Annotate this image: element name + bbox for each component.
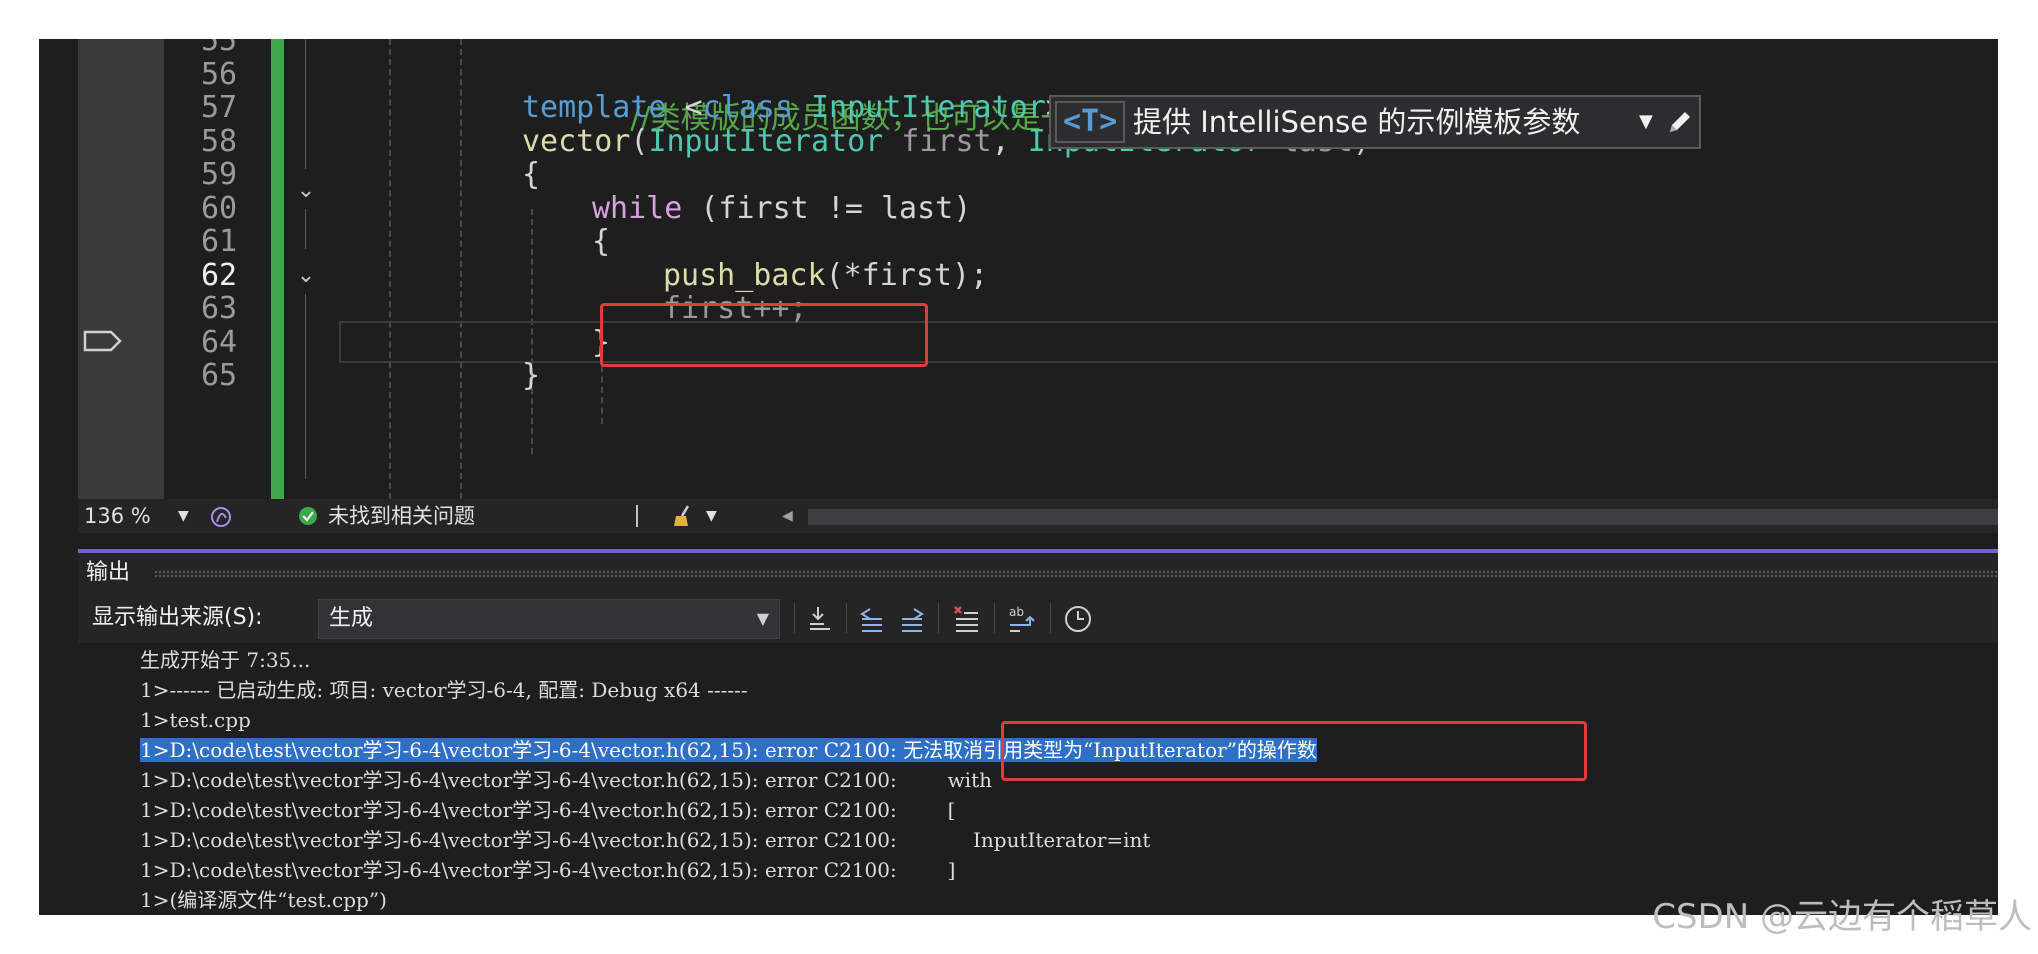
outline-line — [305, 39, 306, 169]
scroll-left-icon[interactable]: ◀ — [782, 499, 793, 533]
line-number: 65 — [200, 358, 238, 393]
chevron-down-icon: ▼ — [756, 609, 769, 628]
code-line-65[interactable]: } — [522, 354, 540, 398]
breakpoint-gutter[interactable] — [78, 39, 164, 499]
go-to-message-icon[interactable] — [804, 603, 836, 635]
outline-line — [305, 209, 306, 249]
toolbar-separator — [1050, 603, 1051, 633]
call-arguments: (*first); — [825, 258, 989, 293]
output-line: 1>------ 已启动生成: 项目: vector学习-6-4, 配置: De… — [140, 678, 748, 702]
collapse-chevron-icon[interactable]: ⌄ — [291, 261, 321, 291]
code-line-61[interactable]: { — [592, 220, 610, 264]
clear-all-icon[interactable] — [950, 603, 982, 635]
output-line: 生成开始于 7:35... — [140, 648, 311, 672]
output-line: 1>D:\code\test\vector学习-6-4\vector学习-6-4… — [140, 828, 1151, 852]
intellisense-template-hint[interactable]: <T> 提供 IntelliSense 的示例模板参数 ▼ — [1049, 95, 1701, 149]
toolbar-separator — [938, 603, 939, 633]
change-indicator-bar — [271, 39, 284, 499]
punctuation: ( — [630, 124, 649, 159]
output-line: 1>D:\code\test\vector学习-6-4\vector学习-6-4… — [140, 858, 956, 882]
editor-status-bar: 136 % ▼ 未找到相关问题 ▼ ◀ — [78, 499, 1998, 533]
toolbar-separator — [994, 603, 995, 633]
cleanup-dropdown-icon[interactable]: ▼ — [706, 499, 717, 533]
template-badge: <T> — [1055, 101, 1126, 143]
csdn-watermark: CSDN @云边有个稻草人 — [1652, 897, 2032, 937]
annotation-box-error-message — [1001, 721, 1587, 781]
indent-guide — [389, 39, 391, 499]
hint-text: 提供 IntelliSense 的示例模板参数 — [1133, 105, 1581, 139]
current-statement-arrow-icon — [83, 330, 122, 352]
outline-line — [305, 294, 306, 479]
output-source-select[interactable]: 生成 ▼ — [318, 599, 780, 639]
output-line: 1>test.cpp — [140, 708, 251, 732]
annotation-box-push-back — [600, 303, 928, 367]
output-source-label: 显示输出来源(S): — [92, 605, 263, 630]
toolbar-separator — [794, 603, 795, 633]
indent-guide — [460, 39, 462, 499]
word-wrap-icon[interactable]: ab — [1006, 603, 1038, 635]
intellicode-icon[interactable] — [208, 504, 234, 530]
status-divider — [636, 505, 638, 527]
next-message-icon[interactable] — [896, 603, 928, 635]
output-line: 1>D:\code\test\vector学习-6-4\vector学习-6-4… — [140, 798, 956, 822]
collapse-chevron-icon[interactable]: ⌄ — [291, 176, 321, 206]
output-panel-title: 输出 — [86, 560, 131, 585]
zoom-dropdown-icon[interactable]: ▼ — [178, 499, 189, 533]
error-location-text: 1>D:\code\test\vector学习-6-4\vector学习-6-4… — [140, 738, 904, 762]
code-cleanup-broom-icon[interactable] — [672, 504, 698, 528]
output-source-value: 生成 — [329, 606, 374, 631]
output-line: 1>D:\code\test\vector学习-6-4\vector学习-6-4… — [140, 768, 993, 792]
visual-studio-window: 55 56 57 58 59 60 61 62 63 64 65 ⌄ ⌄ //类… — [39, 39, 1998, 915]
panel-drag-grip[interactable] — [154, 570, 1998, 578]
parameter-name: first — [883, 124, 992, 159]
type-name: InputIterator — [648, 124, 884, 159]
pencil-icon[interactable] — [1663, 105, 1697, 139]
issues-status[interactable]: 未找到相关问题 — [328, 499, 475, 533]
brace: { — [592, 224, 611, 259]
brace: { — [522, 157, 541, 192]
horizontal-scrollbar[interactable] — [808, 509, 1998, 525]
dropdown-arrow-icon[interactable]: ▼ — [1639, 105, 1653, 139]
svg-text:ab: ab — [1009, 605, 1024, 619]
condition-expression: (first != last) — [682, 191, 972, 226]
zoom-level[interactable]: 136 % — [84, 499, 151, 533]
punctuation: , — [991, 124, 1028, 159]
output-panel-header: 输出 — [78, 553, 1998, 593]
toolbar-separator — [846, 603, 847, 633]
check-circle-icon — [299, 507, 317, 525]
code-line-60[interactable]: while (first != last) — [592, 187, 971, 231]
output-toolbar: 显示输出来源(S): 生成 ▼ ab — [78, 593, 1998, 643]
output-line: 1>(编译源文件“test.cpp”) — [140, 888, 387, 912]
clock-icon[interactable] — [1062, 603, 1094, 635]
current-line-highlight — [339, 321, 1998, 363]
previous-message-icon[interactable] — [856, 603, 888, 635]
code-line-59[interactable]: { — [522, 153, 540, 197]
brace: } — [522, 358, 541, 393]
